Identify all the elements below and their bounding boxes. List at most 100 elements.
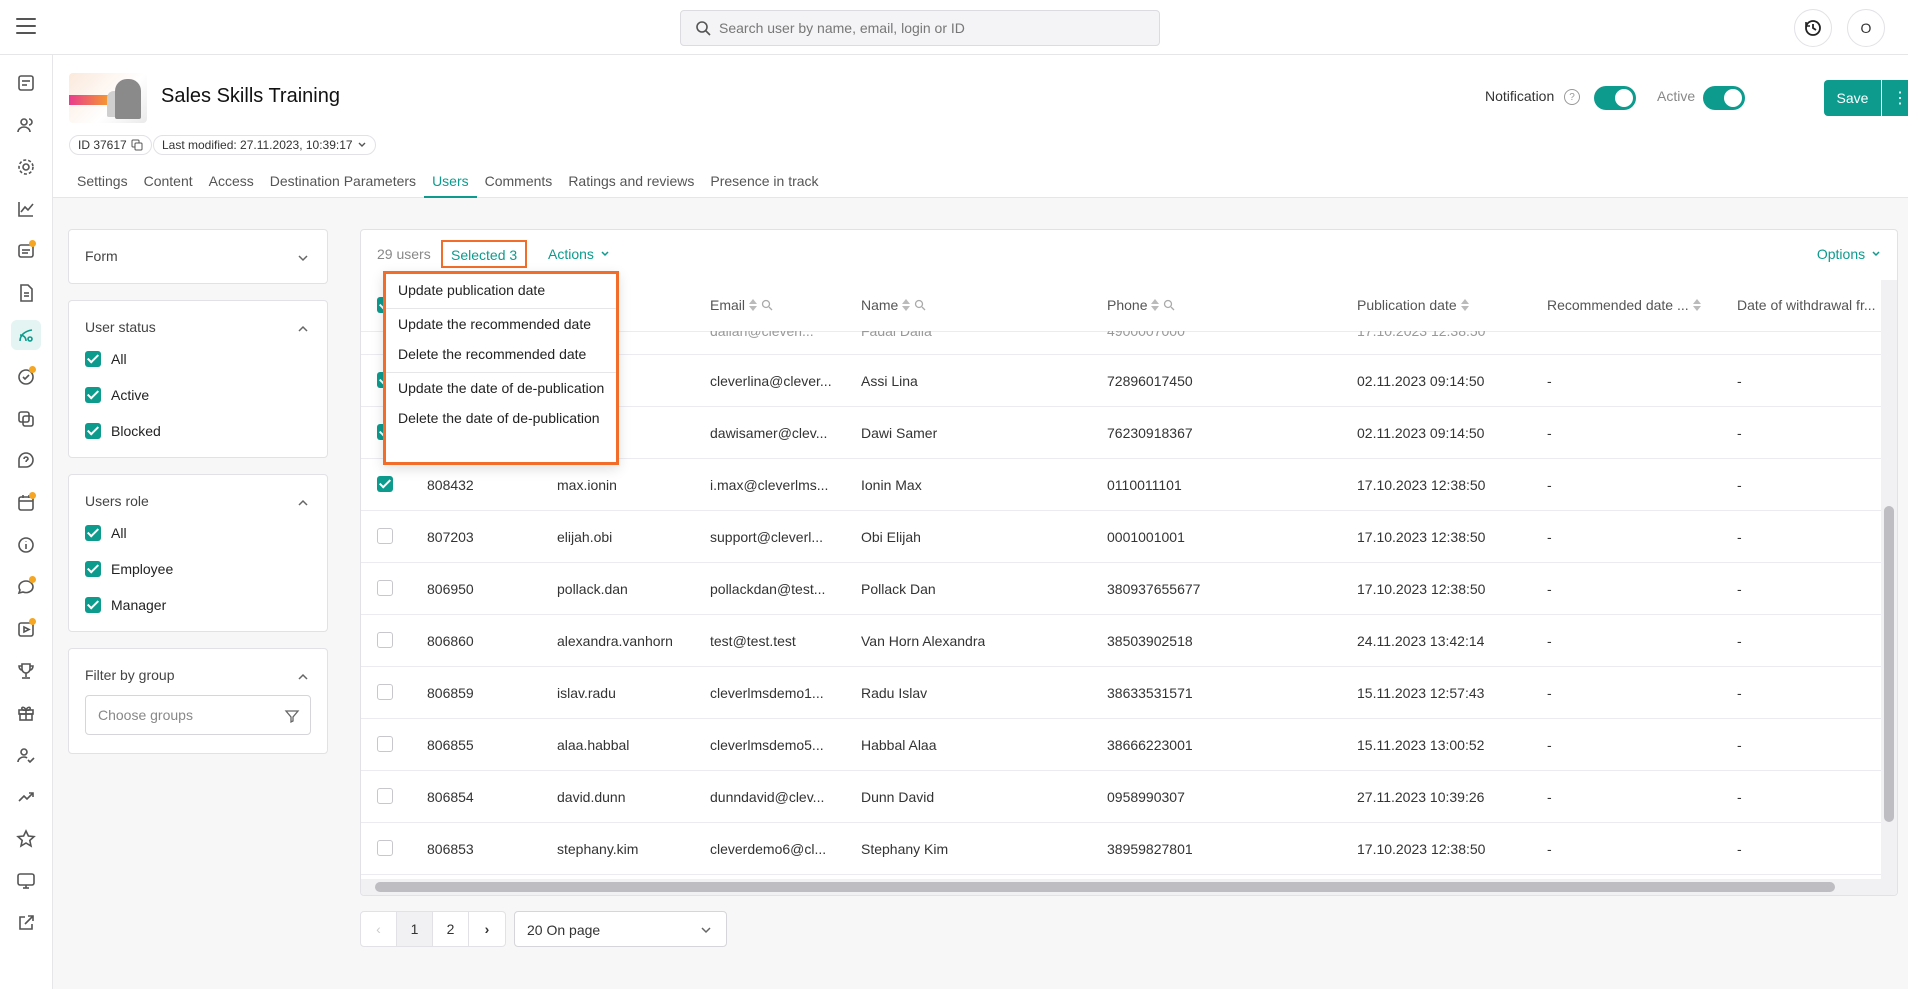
last-modified-badge[interactable]: Last modified: 27.11.2023, 10:39:17	[153, 135, 376, 155]
tab-users[interactable]: Users	[424, 168, 477, 198]
row-checkbox[interactable]	[377, 476, 393, 492]
actions-dropdown[interactable]: Actions	[548, 246, 610, 262]
status-blocked-checkbox[interactable]: Blocked	[85, 423, 161, 439]
table-row[interactable]: 808432 max.ionin i.max@cleverlms... Ionin M…	[361, 459, 1881, 511]
chevron-down-icon[interactable]	[297, 252, 309, 264]
search-input[interactable]	[719, 11, 1149, 45]
info-icon[interactable]	[11, 530, 41, 560]
star-icon[interactable]	[11, 824, 41, 854]
monitor-icon[interactable]	[11, 866, 41, 896]
table-row[interactable]: 807203 elijah.obi support@cleverl... Obi El…	[361, 511, 1881, 563]
row-checkbox[interactable]	[377, 788, 393, 804]
tab-ratings-and-reviews[interactable]: Ratings and reviews	[560, 168, 702, 198]
user-check-icon[interactable]	[11, 740, 41, 770]
document-icon[interactable]	[11, 278, 41, 308]
table-row[interactable]: 806853 stephany.kim cleverdemo6@cl... Steph…	[361, 823, 1881, 875]
menu-delete-recommended-date[interactable]: Delete the recommended date	[398, 346, 586, 362]
avatar[interactable]: O	[1847, 9, 1885, 47]
help-icon[interactable]	[11, 446, 41, 476]
row-checkbox[interactable]	[377, 632, 393, 648]
column-header-publication-date[interactable]: Publication date	[1357, 297, 1469, 313]
tab-destination-parameters[interactable]: Destination Parameters	[262, 168, 424, 198]
status-active-checkbox[interactable]: Active	[85, 387, 149, 403]
table-row[interactable]: 806950 pollack.dan pollackdan@test... Polla…	[361, 563, 1881, 615]
vertical-scrollbar[interactable]	[1881, 280, 1897, 880]
dashboard-icon[interactable]	[11, 68, 41, 98]
row-checkbox[interactable]	[377, 580, 393, 596]
tab-access[interactable]: Access	[201, 168, 262, 198]
search-icon[interactable]	[914, 299, 926, 311]
chat-icon[interactable]	[11, 572, 41, 602]
scrollbar-thumb[interactable]	[375, 882, 1835, 892]
copy-icon[interactable]	[131, 139, 143, 151]
more-options-icon[interactable]: ⋮	[1882, 80, 1908, 116]
search-icon[interactable]	[761, 299, 773, 311]
save-button[interactable]: Save	[1824, 80, 1881, 116]
form-filter[interactable]: Form	[68, 229, 328, 284]
column-header-name[interactable]: Name	[861, 297, 926, 313]
sort-icon[interactable]	[1692, 299, 1701, 311]
column-header-recommended-date[interactable]: Recommended date ...	[1547, 297, 1701, 313]
sort-icon[interactable]	[1460, 299, 1469, 311]
sort-icon[interactable]	[749, 299, 758, 311]
column-header-withdrawal-date[interactable]: Date of withdrawal fr...	[1737, 297, 1876, 313]
tab-comments[interactable]: Comments	[477, 168, 561, 198]
menu-icon[interactable]	[16, 18, 36, 36]
status-all-checkbox[interactable]: All	[85, 351, 127, 367]
row-checkbox[interactable]	[377, 736, 393, 752]
column-header-phone[interactable]: Phone	[1107, 297, 1175, 313]
row-checkbox[interactable]	[377, 840, 393, 856]
learning-icon[interactable]	[11, 320, 41, 350]
history-icon[interactable]	[1794, 9, 1832, 47]
table-row[interactable]: 806855 alaa.habbal cleverlmsdemo5... Habbal…	[361, 719, 1881, 771]
help-icon[interactable]: ?	[1564, 89, 1580, 105]
options-dropdown[interactable]: Options	[1817, 246, 1881, 262]
chevron-up-icon[interactable]	[297, 497, 309, 509]
notification-toggle[interactable]	[1594, 86, 1636, 110]
prev-page-icon[interactable]: ‹	[361, 912, 397, 946]
id-badge[interactable]: ID 37617	[69, 135, 152, 155]
menu-delete-depublication-date[interactable]: Delete the date of de-publication	[398, 410, 600, 426]
sort-icon[interactable]	[902, 299, 911, 311]
search-box[interactable]	[680, 10, 1160, 46]
next-page-icon[interactable]: ›	[469, 912, 505, 946]
column-header-email[interactable]: Email	[710, 297, 773, 313]
horizontal-scrollbar[interactable]	[361, 879, 1897, 895]
tasks-icon[interactable]	[11, 362, 41, 392]
role-manager-checkbox[interactable]: Manager	[85, 597, 166, 613]
sort-icon[interactable]	[1151, 299, 1160, 311]
scrollbar-thumb[interactable]	[1884, 506, 1894, 822]
table-row[interactable]: 806859 islav.radu cleverlmsdemo1... Radu Is…	[361, 667, 1881, 719]
video-icon[interactable]	[11, 614, 41, 644]
chevron-up-icon[interactable]	[297, 671, 309, 683]
calendar-icon[interactable]	[11, 488, 41, 518]
table-row[interactable]: 806860 alexandra.vanhorn test@test.test Van…	[361, 615, 1881, 667]
menu-update-publication-date[interactable]: Update publication date	[398, 282, 545, 298]
tab-settings[interactable]: Settings	[69, 168, 136, 198]
analytics-icon[interactable]	[11, 194, 41, 224]
external-link-icon[interactable]	[11, 908, 41, 938]
search-icon[interactable]	[1163, 299, 1175, 311]
tab-presence-in-track[interactable]: Presence in track	[702, 168, 826, 198]
row-checkbox[interactable]	[377, 684, 393, 700]
page-button[interactable]: 2	[433, 912, 469, 946]
row-checkbox[interactable]	[377, 528, 393, 544]
tab-content[interactable]: Content	[136, 168, 201, 198]
news-icon[interactable]	[11, 236, 41, 266]
menu-update-depublication-date[interactable]: Update the date of de-publication	[398, 380, 604, 396]
active-toggle[interactable]	[1703, 86, 1745, 110]
per-page-select[interactable]: 20 On page	[514, 911, 727, 947]
role-employee-checkbox[interactable]: Employee	[85, 561, 173, 577]
users-icon[interactable]	[11, 110, 41, 140]
group-input[interactable]	[98, 696, 278, 734]
selected-count-button[interactable]: Selected 3	[441, 240, 528, 268]
table-row[interactable]: 806854 david.dunn dunndavid@clev... Dunn Da…	[361, 771, 1881, 823]
role-all-checkbox[interactable]: All	[85, 525, 127, 541]
page-button[interactable]: 1	[397, 912, 433, 946]
chevron-up-icon[interactable]	[297, 323, 309, 335]
gift-icon[interactable]	[11, 698, 41, 728]
settings-icon[interactable]	[11, 152, 41, 182]
menu-update-recommended-date[interactable]: Update the recommended date	[398, 316, 591, 332]
copy-icon[interactable]	[11, 404, 41, 434]
group-select[interactable]	[85, 695, 311, 735]
